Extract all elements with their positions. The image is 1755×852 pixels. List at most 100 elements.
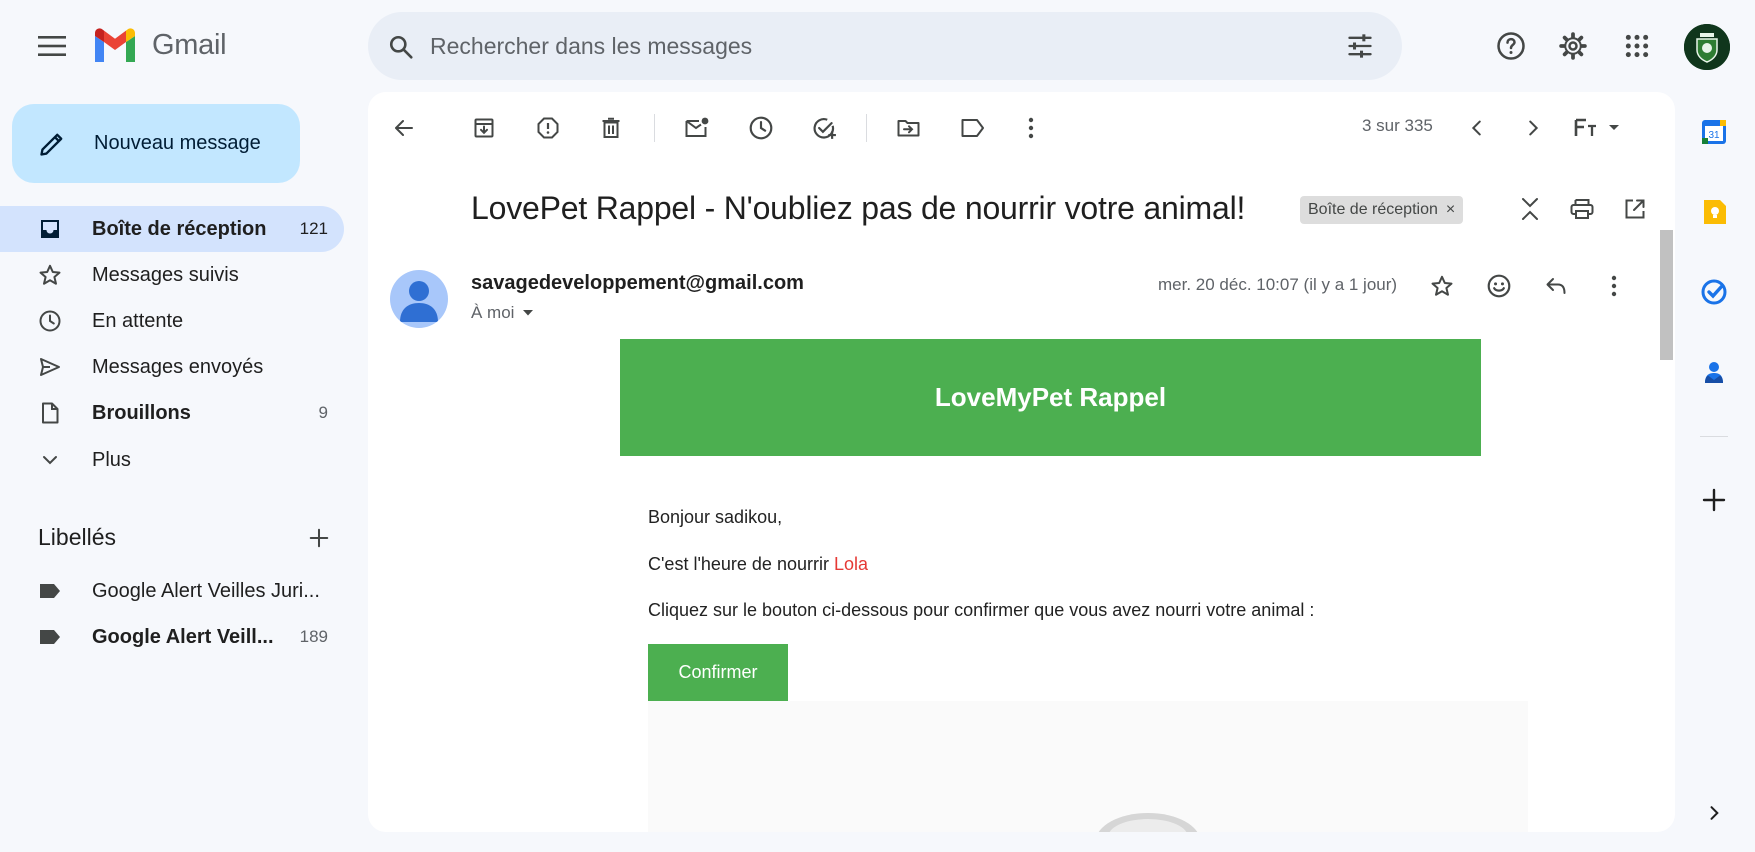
- scrollbar-thumb[interactable]: [1660, 230, 1673, 360]
- filter-options-icon[interactable]: [1346, 32, 1374, 60]
- mark-unread-icon: [685, 117, 709, 137]
- sender-avatar[interactable]: [390, 270, 448, 328]
- move-to-button[interactable]: [889, 108, 929, 148]
- gmail-m-icon: [95, 28, 135, 62]
- label-icon: [40, 630, 60, 644]
- delete-icon: [602, 117, 620, 138]
- email-banner: LoveMyPet Rappel: [620, 339, 1481, 456]
- input-tools-button[interactable]: [1570, 108, 1626, 148]
- sidebar-item-starred[interactable]: Messages suivis: [0, 252, 344, 298]
- confirm-button[interactable]: Confirmer: [648, 644, 788, 701]
- help-button[interactable]: [1491, 26, 1531, 66]
- apps-button[interactable]: [1617, 26, 1657, 66]
- sidebar-item-inbox[interactable]: Boîte de réception 121: [0, 206, 344, 252]
- sidebar-item-sent[interactable]: Messages envoyés: [0, 344, 344, 390]
- star-icon: [39, 264, 61, 285]
- add-reaction-button[interactable]: [1479, 266, 1519, 306]
- search-bar[interactable]: [368, 12, 1402, 80]
- tasks-app-button[interactable]: [1694, 272, 1734, 312]
- report-spam-icon: [537, 117, 559, 139]
- rail-divider: [1700, 436, 1728, 437]
- sidebar-label-item[interactable]: Google Alert Veill... 189: [0, 614, 344, 660]
- mark-unread-button[interactable]: [677, 108, 717, 148]
- open-in-new-window-button[interactable]: [1615, 189, 1655, 229]
- draft-count: 9: [318, 403, 328, 422]
- print-button[interactable]: [1562, 189, 1602, 229]
- snooze-button[interactable]: [741, 108, 781, 148]
- person-icon: [400, 281, 438, 322]
- back-button[interactable]: [384, 108, 424, 148]
- label-button[interactable]: [953, 108, 993, 148]
- print-icon: [1570, 199, 1594, 219]
- sidebar-item-label: Messages suivis: [92, 263, 239, 286]
- archive-button[interactable]: [464, 108, 504, 148]
- more-vert-icon: [1028, 117, 1034, 139]
- older-button[interactable]: [1513, 108, 1553, 148]
- tasks-icon: [1701, 279, 1727, 305]
- add-task-icon: [813, 118, 836, 139]
- add-to-tasks-button[interactable]: [804, 108, 844, 148]
- create-label-button[interactable]: [299, 518, 339, 558]
- gmail-logo[interactable]: Gmail: [92, 28, 227, 62]
- reply-button[interactable]: [1536, 266, 1576, 306]
- compose-label: Nouveau message: [94, 132, 261, 154]
- settings-button[interactable]: [1553, 26, 1593, 66]
- sidebar-item-label: Messages envoyés: [92, 355, 264, 378]
- more-vert-icon: [1611, 275, 1617, 297]
- label-icon: [40, 584, 60, 598]
- banner-title: LoveMyPet Rappel: [934, 382, 1167, 412]
- plus-icon: [309, 528, 329, 548]
- main-menu-button[interactable]: [32, 26, 72, 66]
- search-input[interactable]: [430, 12, 1310, 80]
- keep-icon: [1704, 200, 1726, 224]
- search-icon[interactable]: [388, 34, 414, 60]
- message-scrollbar[interactable]: [1659, 160, 1675, 832]
- reply-icon: [1546, 278, 1566, 294]
- email-subject: LovePet Rappel - N'oubliez pas de nourri…: [471, 190, 1246, 226]
- show-side-panel-button[interactable]: [1694, 793, 1734, 833]
- expand-all-button[interactable]: [1510, 189, 1550, 229]
- sender-email[interactable]: savagedeveloppement@gmail.com: [471, 272, 804, 295]
- calendar-icon: 31: [1702, 120, 1726, 144]
- emoji-icon: [1487, 274, 1511, 298]
- sidebar-label-item[interactable]: Google Alert Veilles Juri...: [0, 568, 344, 614]
- keep-app-button[interactable]: [1694, 192, 1734, 232]
- reminder-prefix: C'est l'heure de nourrir: [648, 554, 834, 574]
- account-avatar[interactable]: [1684, 24, 1730, 70]
- apps-icon: [1625, 34, 1649, 58]
- sidebar-item-drafts[interactable]: Brouillons 9: [0, 390, 344, 436]
- input-tools-icon: [1574, 118, 1619, 136]
- sidebar-item-label: Google Alert Veilles Juri...: [92, 579, 320, 602]
- chip-label: Boîte de réception: [1308, 201, 1438, 218]
- back-arrow-icon: [395, 120, 413, 136]
- svg-text:31: 31: [1708, 130, 1720, 141]
- get-addons-button[interactable]: [1694, 480, 1734, 520]
- sidebar-item-label: En attente: [92, 309, 184, 332]
- instruction-text: Cliquez sur le bouton ci-dessous pour co…: [648, 600, 1315, 620]
- sidebar-item-label: Boîte de réception: [92, 217, 267, 240]
- contacts-app-button[interactable]: [1694, 352, 1734, 392]
- report-spam-button[interactable]: [528, 108, 568, 148]
- more-options-button[interactable]: [1011, 108, 1051, 148]
- sidebar-item-snoozed[interactable]: En attente: [0, 298, 344, 344]
- recipient-label: À moi: [471, 303, 515, 322]
- message-view: 3 sur 335 LovePet Rappel - N'oubliez pas…: [368, 92, 1675, 832]
- newer-button[interactable]: [1457, 108, 1497, 148]
- remove-label-icon[interactable]: ×: [1446, 201, 1455, 219]
- account-avatar-image: [1684, 24, 1730, 70]
- labels-heading: Libellés: [38, 524, 116, 550]
- pet-name: Lola: [833, 554, 868, 574]
- label-count: 189: [299, 627, 328, 646]
- recipient-toggle[interactable]: À moi: [471, 303, 534, 323]
- inbox-label-chip[interactable]: Boîte de réception ×: [1300, 196, 1464, 224]
- delete-button[interactable]: [591, 108, 631, 148]
- settings-icon: [1559, 32, 1587, 60]
- calendar-app-button[interactable]: 31: [1694, 112, 1734, 152]
- toolbar-divider: [654, 114, 655, 142]
- star-button[interactable]: [1422, 266, 1462, 306]
- chevron-left-icon: [1471, 120, 1481, 136]
- snooze-icon: [749, 116, 773, 140]
- sidebar-item-more[interactable]: Plus: [0, 437, 344, 483]
- message-more-button[interactable]: [1594, 266, 1634, 306]
- compose-button[interactable]: Nouveau message: [12, 104, 300, 183]
